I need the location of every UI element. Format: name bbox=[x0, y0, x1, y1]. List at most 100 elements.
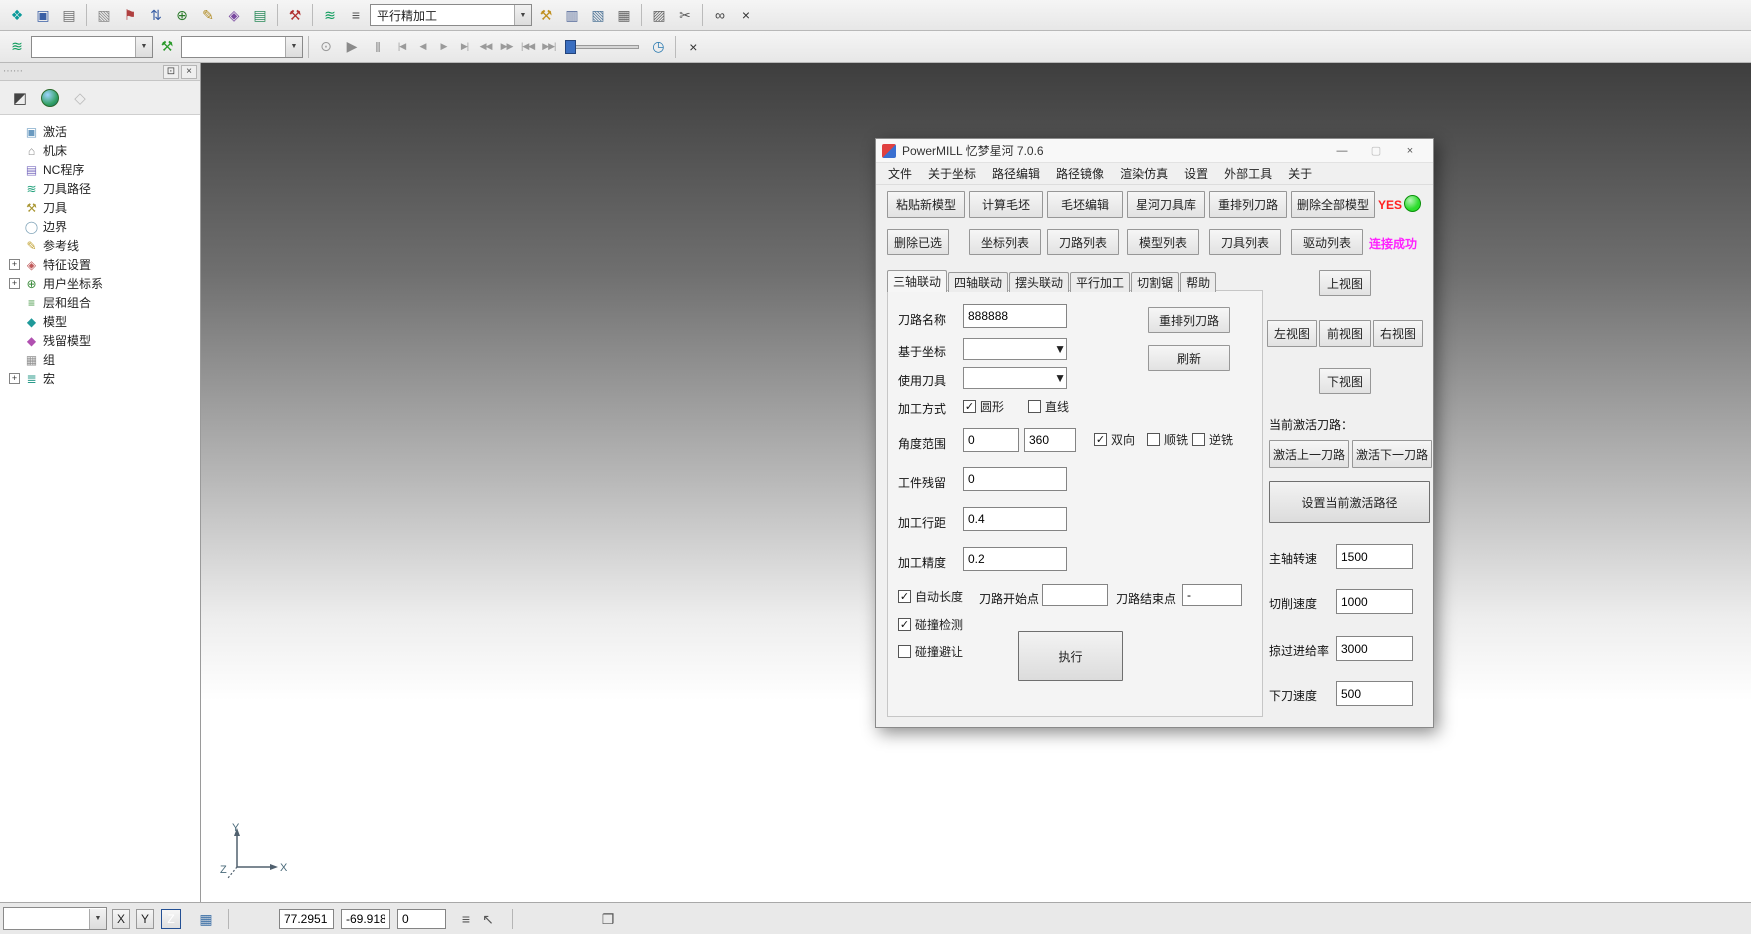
auto-length-checkbox[interactable]: ✓ bbox=[898, 590, 911, 603]
tree-item-groups[interactable]: ▦ 组 bbox=[5, 350, 200, 369]
pointer-icon[interactable]: ↖ bbox=[478, 909, 498, 929]
minimize-icon[interactable]: — bbox=[1325, 140, 1359, 162]
bulb-icon[interactable]: ⊙ bbox=[314, 35, 338, 59]
lock-icon[interactable]: ◇ bbox=[69, 87, 91, 109]
expander-icon[interactable]: + bbox=[9, 259, 20, 270]
tool-library-button[interactable]: 星河刀具库 bbox=[1127, 191, 1205, 218]
menu-coords[interactable]: 关于坐标 bbox=[920, 165, 984, 182]
print-icon[interactable]: ▤ bbox=[57, 3, 81, 27]
feed-rate-icon[interactable]: ⚑ bbox=[118, 3, 142, 27]
conventional-option[interactable]: 逆铣 bbox=[1192, 431, 1233, 448]
tree-item-macros[interactable]: + ≣ 宏 bbox=[5, 369, 200, 388]
step-to-start-icon[interactable]: |◀ bbox=[392, 35, 411, 59]
panel-close-icon[interactable]: × bbox=[181, 65, 197, 79]
close-icon[interactable]: × bbox=[1393, 140, 1427, 162]
rearrange-button[interactable]: 重排列刀路 bbox=[1148, 307, 1230, 333]
simulation-strategies-icon[interactable]: ≋ bbox=[5, 35, 29, 59]
main-toolbar-close-icon[interactable]: × bbox=[734, 3, 758, 27]
panel-float-icon[interactable]: ⊡ bbox=[163, 65, 179, 79]
tab-saw[interactable]: 切割锯 bbox=[1131, 272, 1179, 292]
top-view-button[interactable]: 上视图 bbox=[1319, 270, 1371, 296]
toolpath-name-input[interactable] bbox=[963, 304, 1067, 328]
menu-file[interactable]: 文件 bbox=[880, 165, 920, 182]
explorer-panel-header[interactable]: ⋯⋯ ⊡ × bbox=[0, 63, 200, 81]
step-back-icon[interactable]: ◀ bbox=[413, 35, 432, 59]
x-axis-button[interactable]: X bbox=[112, 909, 130, 929]
tree-item-levels-and-sets[interactable]: ≡ 层和组合 bbox=[5, 293, 200, 312]
delete-all-models-button[interactable]: 删除全部模型 bbox=[1291, 191, 1375, 218]
execute-button[interactable]: 执行 bbox=[1018, 631, 1123, 681]
tab-help[interactable]: 帮助 bbox=[1180, 272, 1216, 292]
tree-item-label[interactable]: 刀具路径 bbox=[43, 180, 91, 197]
line-checkbox[interactable] bbox=[1028, 400, 1041, 413]
menu-external-tools[interactable]: 外部工具 bbox=[1216, 165, 1280, 182]
step-to-end-icon[interactable]: ▶| bbox=[455, 35, 474, 59]
simulation-speed-slider[interactable] bbox=[565, 38, 639, 56]
skim-feed-input[interactable] bbox=[1336, 636, 1413, 661]
simulation-tool-icon[interactable]: ⚒ bbox=[155, 35, 179, 59]
tab-head[interactable]: 摆头联动 bbox=[1009, 272, 1069, 292]
chevron-down-icon[interactable]: ▼ bbox=[1048, 368, 1066, 388]
chevron-down-icon[interactable]: ▼ bbox=[514, 5, 531, 25]
tree-item-label[interactable]: 参考线 bbox=[43, 237, 79, 254]
tree-item-activate[interactable]: ▣ 激活 bbox=[5, 122, 200, 141]
tree-item-label[interactable]: 残留模型 bbox=[43, 332, 91, 349]
use-tool-select[interactable]: ▼ bbox=[963, 367, 1067, 389]
chevron-down-icon[interactable]: ▼ bbox=[285, 37, 302, 57]
activate-next-toolpath-button[interactable]: 激活下一刀路 bbox=[1352, 440, 1432, 468]
calculator-icon[interactable]: ▦ bbox=[612, 3, 636, 27]
new-project-icon[interactable]: ❖ bbox=[5, 3, 29, 27]
paste-new-model-button[interactable]: 粘贴新模型 bbox=[887, 191, 965, 218]
cutting-speed-input[interactable] bbox=[1336, 589, 1413, 614]
play-icon[interactable]: ▶ bbox=[340, 35, 364, 59]
toolpath-strategies-icon[interactable]: ≋ bbox=[318, 3, 342, 27]
tree-item-label[interactable]: 宏 bbox=[43, 370, 55, 387]
clipping-icon[interactable]: ✂ bbox=[673, 3, 697, 27]
tree-item-label[interactable]: 激活 bbox=[43, 123, 67, 140]
z-axis-button[interactable]: Z bbox=[161, 909, 181, 929]
bidirectional-checkbox[interactable]: ✓ bbox=[1094, 433, 1107, 446]
tree-item-feature-sets[interactable]: + ◈ 特征设置 bbox=[5, 255, 200, 274]
simulation-toolpath-dropdown[interactable]: ▼ bbox=[31, 36, 153, 58]
circle-option[interactable]: ✓ 圆形 bbox=[963, 398, 1004, 415]
start-point-input[interactable] bbox=[1042, 584, 1108, 606]
conventional-checkbox[interactable] bbox=[1192, 433, 1205, 446]
clock-icon[interactable]: ◷ bbox=[646, 35, 670, 59]
strategy-dropdown[interactable]: 平行精加工 ▼ bbox=[370, 4, 532, 26]
collision-avoid-option[interactable]: 碰撞避让 bbox=[898, 643, 963, 660]
stepover-input[interactable] bbox=[963, 507, 1067, 531]
rearrange-toolpaths-button[interactable]: 重排列刀路 bbox=[1209, 191, 1287, 218]
tree-item-label[interactable]: 组 bbox=[43, 351, 55, 368]
tool-list-button[interactable]: 刀具列表 bbox=[1209, 229, 1281, 255]
menu-about[interactable]: 关于 bbox=[1280, 165, 1320, 182]
front-view-button[interactable]: 前视图 bbox=[1319, 320, 1371, 347]
tree-item-models[interactable]: ◆ 模型 bbox=[5, 312, 200, 331]
collision-check-checkbox[interactable]: ✓ bbox=[898, 618, 911, 631]
tree-item-label[interactable]: 机床 bbox=[43, 142, 67, 159]
tab-3axis[interactable]: 三轴联动 bbox=[887, 270, 947, 292]
plunge-speed-input[interactable] bbox=[1336, 681, 1413, 706]
base-coord-select[interactable]: ▼ bbox=[963, 338, 1067, 360]
collision-avoid-checkbox[interactable] bbox=[898, 645, 911, 658]
menu-render-sim[interactable]: 渲染仿真 bbox=[1112, 165, 1176, 182]
simulation-tool-dropdown[interactable]: ▼ bbox=[181, 36, 303, 58]
coord-x-input[interactable] bbox=[279, 909, 334, 929]
start-point-icon[interactable]: ⊕ bbox=[170, 3, 194, 27]
tree-item-label[interactable]: NC程序 bbox=[43, 161, 84, 178]
dialog-titlebar[interactable]: PowerMILL 忆梦星河 7.0.6 — ▢ × bbox=[876, 139, 1433, 163]
tab-parallel[interactable]: 平行加工 bbox=[1070, 272, 1130, 292]
grid-icon[interactable]: ▦ bbox=[196, 909, 216, 929]
statusbar-dropdown[interactable]: ▼ bbox=[3, 907, 107, 930]
calc-stock-button[interactable]: 计算毛坯 bbox=[969, 191, 1043, 218]
coord-y-input[interactable] bbox=[341, 909, 390, 929]
auto-length-option[interactable]: ✓ 自动长度 bbox=[898, 588, 963, 605]
tree-item-machine-tools[interactable]: ⌂ 机床 bbox=[5, 141, 200, 160]
globe-icon[interactable] bbox=[39, 87, 61, 109]
collision-check-option[interactable]: ✓ 碰撞检测 bbox=[898, 616, 963, 633]
coord-z-input[interactable] bbox=[397, 909, 446, 929]
coord-list-button[interactable]: 坐标列表 bbox=[969, 229, 1041, 255]
pattern-icon[interactable]: ✎ bbox=[196, 3, 220, 27]
right-view-button[interactable]: 右视图 bbox=[1373, 320, 1423, 347]
spindle-speed-input[interactable] bbox=[1336, 544, 1413, 569]
activate-prev-toolpath-button[interactable]: 激活上一刀路 bbox=[1269, 440, 1349, 468]
